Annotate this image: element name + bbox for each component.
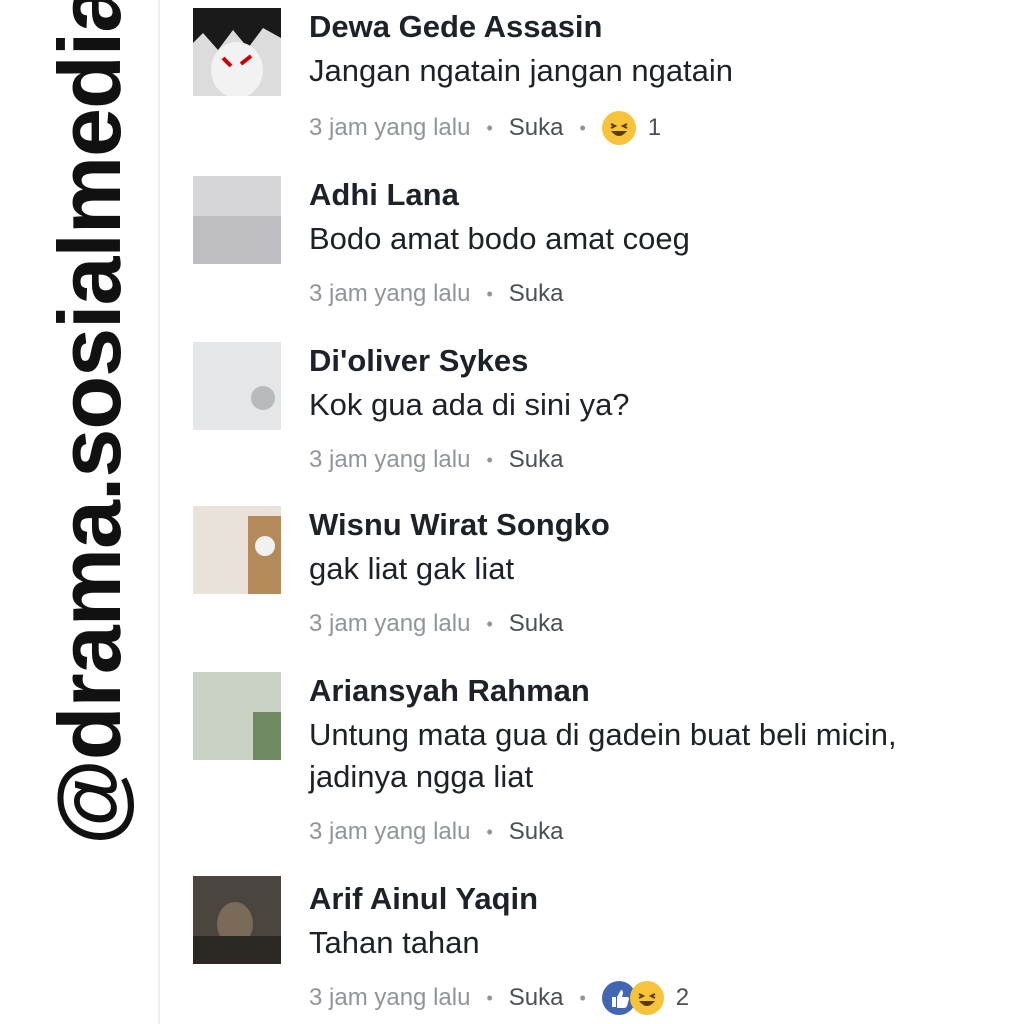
- haha-reaction-icon: [601, 111, 636, 145]
- timestamp[interactable]: 3 jam yang lalu: [309, 610, 470, 638]
- like-button[interactable]: Suka: [509, 446, 564, 474]
- avatar[interactable]: [193, 176, 281, 264]
- timestamp[interactable]: 3 jam yang lalu: [309, 818, 470, 846]
- avatar-image: [193, 672, 281, 760]
- watermark-text: @drama.sosialmedia: [40, 0, 139, 845]
- divider: [158, 0, 160, 1024]
- comment-author[interactable]: Di'oliver Sykes: [309, 342, 528, 380]
- separator-dot: •: [486, 117, 493, 138]
- avatar[interactable]: [193, 876, 281, 964]
- avatar[interactable]: [193, 8, 281, 96]
- separator-dot: •: [486, 449, 493, 470]
- reaction-count: 1: [647, 114, 662, 141]
- like-button[interactable]: Suka: [509, 114, 564, 142]
- comment-author[interactable]: Ariansyah Rahman: [309, 672, 590, 710]
- avatar-image: [193, 506, 281, 594]
- like-button[interactable]: Suka: [509, 610, 564, 638]
- reactions[interactable]: 2: [601, 981, 690, 1015]
- comment-meta: 3 jam yang lalu • Suka: [309, 606, 563, 642]
- comment-meta: 3 jam yang lalu • Suka: [309, 442, 563, 478]
- reactions[interactable]: 1: [601, 111, 662, 145]
- avatar-image: [193, 176, 281, 264]
- comment-meta: 3 jam yang lalu • Suka • 2: [309, 980, 689, 1016]
- comment-meta: 3 jam yang lalu • Suka: [309, 276, 563, 312]
- timestamp[interactable]: 3 jam yang lalu: [309, 280, 470, 308]
- comment-text: Tahan tahan: [309, 925, 480, 960]
- separator-dot: •: [486, 613, 493, 634]
- avatar[interactable]: [193, 342, 281, 430]
- timestamp[interactable]: 3 jam yang lalu: [309, 114, 470, 142]
- comment-text: Kok gua ada di sini ya?: [309, 387, 630, 422]
- timestamp[interactable]: 3 jam yang lalu: [309, 984, 470, 1012]
- timestamp[interactable]: 3 jam yang lalu: [309, 446, 470, 474]
- comment-text: gak liat gak liat: [309, 551, 515, 586]
- avatar[interactable]: [193, 506, 281, 594]
- separator-dot: •: [486, 821, 493, 842]
- comment-text: Untung mata gua di gadein buat beli mici…: [309, 717, 897, 794]
- avatar-image: [193, 876, 281, 964]
- comment-text: Bodo amat bodo amat coeg: [309, 221, 690, 256]
- comment-author[interactable]: Dewa Gede Assasin: [309, 8, 603, 46]
- comment-author[interactable]: Adhi Lana: [309, 176, 459, 214]
- avatar-image: [193, 342, 281, 430]
- avatar-image: [193, 8, 281, 96]
- separator-dot: •: [486, 987, 493, 1008]
- like-button[interactable]: Suka: [509, 280, 564, 308]
- comment-text: Jangan ngatain jangan ngatain: [309, 53, 734, 88]
- separator-dot: •: [486, 283, 493, 304]
- comment-meta: 3 jam yang lalu • Suka • 1: [309, 110, 661, 146]
- separator-dot: •: [579, 117, 586, 138]
- haha-reaction-icon: [629, 981, 664, 1015]
- avatar[interactable]: [193, 672, 281, 760]
- separator-dot: •: [579, 987, 586, 1008]
- like-button[interactable]: Suka: [509, 984, 564, 1012]
- comment-author[interactable]: Arif Ainul Yaqin: [309, 880, 538, 918]
- like-button[interactable]: Suka: [509, 818, 564, 846]
- comment-author[interactable]: Wisnu Wirat Songko: [309, 506, 610, 544]
- reaction-count: 2: [675, 984, 690, 1011]
- comment-meta: 3 jam yang lalu • Suka: [309, 814, 563, 850]
